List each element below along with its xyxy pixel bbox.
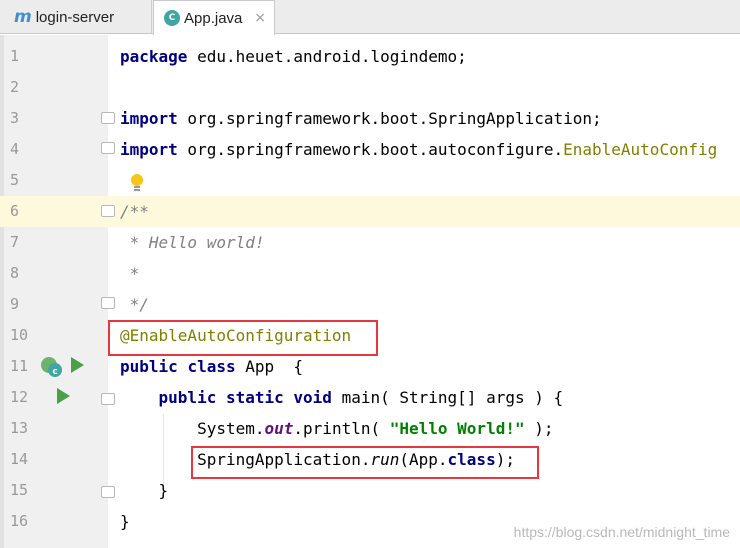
line-number: 7: [10, 233, 20, 251]
code-line[interactable]: 8 *: [0, 258, 740, 289]
fold-marker[interactable]: [101, 205, 115, 217]
code-text: System.out.println( "Hello World!" );: [120, 413, 554, 444]
line-number: 5: [10, 171, 20, 189]
code-text: }: [120, 506, 130, 537]
code-token: main( String[] args ) {: [331, 388, 564, 407]
editor-tab-bar: m login-server C App.java ×: [0, 0, 740, 35]
code-text: */: [120, 289, 149, 320]
code-token: out: [264, 419, 294, 438]
code-line[interactable]: 2: [0, 72, 740, 103]
code-token: }: [120, 512, 130, 531]
svg-text:c: c: [52, 367, 57, 377]
code-line[interactable]: 13 System.out.println( "Hello World!" );: [0, 413, 740, 444]
code-token: import: [120, 140, 178, 159]
code-text: import org.springframework.boot.autoconf…: [120, 134, 717, 165]
code-text: package edu.heuet.android.logindemo;: [120, 41, 467, 72]
lightbulb-icon[interactable]: [129, 173, 145, 193]
code-token: static: [225, 388, 284, 407]
code-token: /**: [120, 202, 149, 221]
line-number: 4: [10, 140, 20, 158]
code-token: org.springframework.boot.SpringApplicati…: [177, 109, 602, 128]
code-text: * Hello world!: [120, 227, 265, 258]
code-text: *: [120, 258, 140, 289]
close-icon[interactable]: ×: [254, 10, 266, 26]
watermark: https://blog.csdn.net/midnight_time: [513, 524, 730, 540]
code-token: .println(: [293, 419, 390, 438]
code-token: void: [293, 388, 332, 407]
line-number: 14: [10, 450, 29, 468]
run-icon[interactable]: [70, 357, 84, 373]
code-token: public: [120, 357, 178, 376]
code-token: System.: [120, 419, 265, 438]
code-text: /**: [120, 196, 149, 227]
line-number: 11: [10, 357, 29, 375]
code-token: */: [120, 295, 149, 314]
line-number: 8: [10, 264, 20, 282]
code-token: "Hello World!": [389, 419, 525, 438]
line-number: 16: [10, 512, 29, 530]
fold-marker[interactable]: [101, 112, 115, 124]
tab-login-server[interactable]: m login-server: [0, 0, 152, 34]
run-call-highlight-box: [191, 446, 539, 479]
tab-label: App.java: [184, 9, 243, 27]
line-number: 9: [10, 295, 20, 313]
spring-bean-class-icon[interactable]: c: [40, 356, 64, 378]
fold-marker[interactable]: [101, 297, 115, 309]
line-number: 6: [10, 202, 20, 220]
code-token: package: [120, 47, 188, 66]
line-number: 10: [10, 326, 29, 344]
code-token: App {: [235, 357, 304, 376]
run-icon[interactable]: [56, 388, 70, 404]
code-token: edu.heuet.android.logindemo;: [187, 47, 467, 66]
line-number: 15: [10, 481, 29, 499]
line-number: 1: [10, 47, 20, 65]
line-number: 3: [10, 109, 20, 127]
fold-marker[interactable]: [101, 393, 115, 405]
code-token: import: [120, 109, 178, 128]
java-class-icon: C: [164, 10, 180, 26]
code-token: public: [158, 388, 217, 407]
tab-app-java[interactable]: C App.java ×: [153, 0, 275, 35]
line-number: 2: [10, 78, 20, 96]
annotation-highlight-box: [108, 320, 378, 356]
code-token: org.springframework.boot.autoconfigure.: [177, 140, 564, 159]
code-text: }: [120, 475, 169, 506]
code-line[interactable]: 5: [0, 165, 740, 196]
code-token: EnableAutoConfig: [563, 140, 718, 159]
code-token: class: [187, 357, 236, 376]
code-line[interactable]: 7 * Hello world!: [0, 227, 740, 258]
code-token: *: [120, 264, 140, 283]
code-text: public static void main( String[] args )…: [120, 382, 564, 413]
fold-marker[interactable]: [101, 486, 115, 498]
line-number: 13: [10, 419, 29, 437]
code-text: import org.springframework.boot.SpringAp…: [120, 103, 602, 134]
code-line[interactable]: 1 package edu.heuet.android.logindemo;: [0, 41, 740, 72]
code-token: * Hello world!: [120, 233, 265, 252]
fold-marker[interactable]: [101, 142, 115, 154]
code-token: );: [524, 419, 554, 438]
line-number: 12: [10, 388, 29, 406]
code-token: }: [120, 481, 169, 500]
tab-label: login-server: [35, 8, 115, 26]
module-icon: m: [14, 7, 32, 27]
